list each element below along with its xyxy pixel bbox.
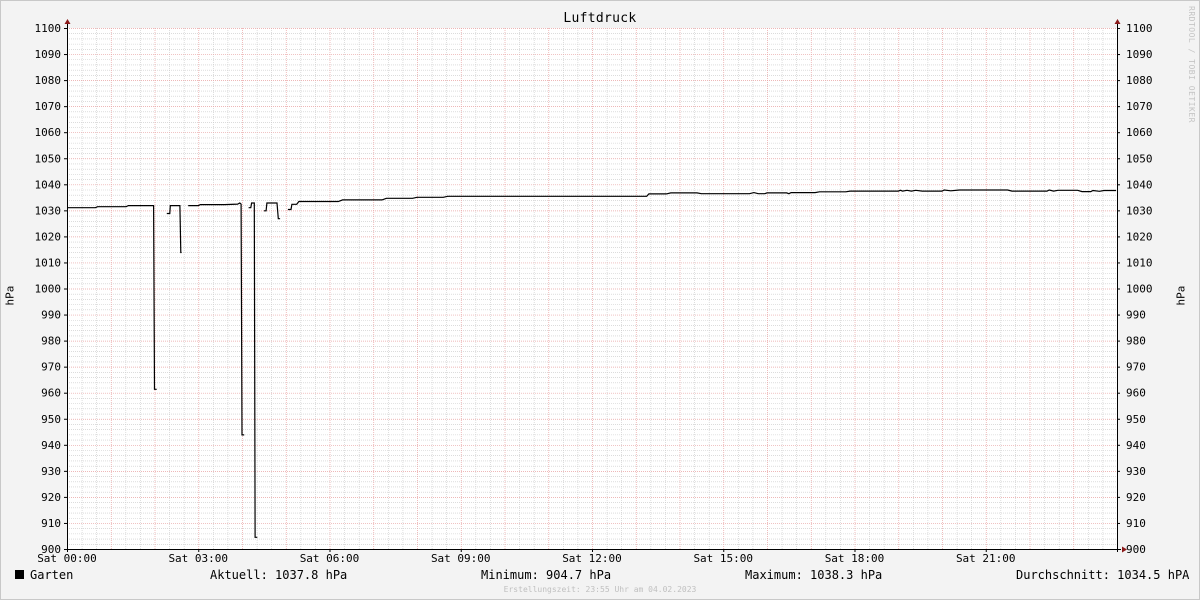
y-tick-label-right: 940 (1126, 439, 1146, 452)
stat-average: Durchschnitt: 1034.5 hPA (1016, 568, 1190, 582)
y-tick-label-right: 930 (1126, 465, 1146, 478)
creation-time-footer: Erstellungszeit: 23:55 Uhr am 04.02.2023 (503, 585, 697, 594)
y-tick-label-right: 1060 (1126, 126, 1153, 139)
y-axis-arrow-left (64, 19, 71, 24)
y-tick-label-left: 1060 (35, 126, 62, 139)
y-tick-label-left: 1010 (35, 256, 62, 269)
y-tick-label-left: 940 (41, 439, 61, 452)
y-tick-label-left: 980 (41, 335, 61, 348)
y-tick-label-left: 950 (41, 413, 61, 426)
y-tick-label-left: 960 (41, 387, 61, 400)
y-tick-label-left: 1020 (35, 230, 62, 243)
y-tick-label-right: 950 (1126, 413, 1146, 426)
y-tick-label-right: 910 (1126, 517, 1146, 530)
y-tick-label-right: 1090 (1126, 48, 1153, 61)
y-tick-label-left: 920 (41, 491, 61, 504)
y-tick-label-left: 1080 (35, 74, 62, 87)
y-tick-label-left: 1070 (35, 100, 62, 113)
stat-maximum: Maximum: 1038.3 hPa (745, 568, 883, 582)
legend: Garten Aktuell: 1037.8 hPa Minimum: 904.… (0, 568, 1200, 584)
stat-current: Aktuell: 1037.8 hPa (210, 568, 348, 582)
y-tick-label-right: 1040 (1126, 178, 1153, 191)
y-axis-arrow-right (1114, 19, 1121, 24)
x-tick-label: Sat 09:00 (431, 552, 491, 565)
stat-minimum: Minimum: 904.7 hPa (481, 568, 612, 582)
y-tick-label-left: 1000 (35, 283, 62, 296)
y-tick-label-right: 960 (1126, 387, 1146, 400)
y-tick-label-right: 1070 (1126, 100, 1153, 113)
y-tick-label-right: 1010 (1126, 256, 1153, 269)
y-tick-label-right: 990 (1126, 309, 1146, 322)
y-tick-label-left: 930 (41, 465, 61, 478)
legend-swatch (15, 570, 24, 579)
x-tick-label: Sat 00:00 (37, 552, 97, 565)
y-tick-label-right: 1030 (1126, 204, 1153, 217)
legend-series-name: Garten (30, 568, 74, 582)
y-tick-label-left: 970 (41, 361, 61, 374)
y-tick-label-left: 1050 (35, 152, 62, 165)
y-tick-label-right: 1080 (1126, 74, 1153, 87)
x-tick-label: Sat 21:00 (956, 552, 1016, 565)
y-tick-label-right: 1000 (1126, 283, 1153, 296)
y-tick-label-right: 980 (1126, 335, 1146, 348)
x-tick-label: Sat 15:00 (693, 552, 753, 565)
y-tick-label-left: 1100 (35, 22, 62, 35)
y-tick-label-right: 900 (1126, 543, 1146, 556)
chart-area: 900 900910 910920 920930 930940 940950 950960 9… (35, 19, 1153, 565)
y-tick-label-left: 1090 (35, 48, 62, 61)
y-tick-label-left: 1040 (35, 178, 62, 191)
x-tick-labels: Sat 00:00 Sat 03:00 Sat 06:00 Sat 09:00 Sat … (37, 549, 1016, 565)
y-tick-label-left: 1030 (35, 204, 62, 217)
x-tick-label: Sat 18:00 (825, 552, 885, 565)
y-tick-label-right: 1050 (1126, 152, 1153, 165)
x-tick-label: Sat 06:00 (300, 552, 360, 565)
plot-background (67, 28, 1117, 549)
x-tick-label: Sat 03:00 (168, 552, 228, 565)
y-tick-label-right: 1100 (1126, 22, 1153, 35)
y-tick-label-right: 920 (1126, 491, 1146, 504)
y-tick-label-right: 1020 (1126, 230, 1153, 243)
x-tick-label: Sat 12:00 (562, 552, 622, 565)
y-tick-label-left: 990 (41, 309, 61, 322)
y-tick-label-right: 970 (1126, 361, 1146, 374)
y-tick-label-left: 910 (41, 517, 61, 530)
